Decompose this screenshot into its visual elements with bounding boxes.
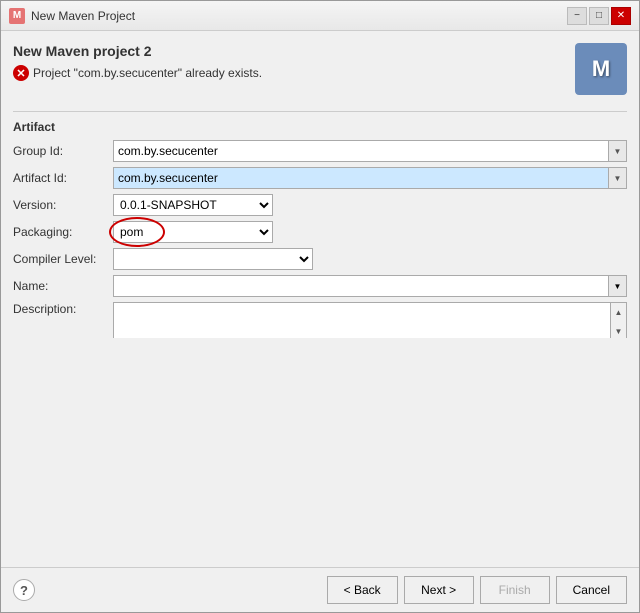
compiler-level-row: Compiler Level: <box>13 248 627 270</box>
finish-button[interactable]: Finish <box>480 576 550 604</box>
scroll-down-button[interactable]: ▼ <box>611 322 626 338</box>
description-scrollbar: ▲ ▼ <box>611 302 627 338</box>
version-select[interactable]: 0.0.1-SNAPSHOT <box>113 194 273 216</box>
compiler-level-control <box>113 248 627 270</box>
group-id-dropdown-arrow[interactable]: ▼ <box>608 141 626 161</box>
scroll-up-button[interactable]: ▲ <box>611 303 626 322</box>
error-message: Project "com.by.secucenter" already exis… <box>33 66 262 80</box>
version-row: Version: 0.0.1-SNAPSHOT <box>13 194 627 216</box>
group-id-row: Group Id: ▼ <box>13 140 627 162</box>
name-dropdown-arrow[interactable]: ▼ <box>608 276 626 296</box>
content-spacer <box>13 338 627 556</box>
artifact-section-label: Artifact <box>13 120 627 134</box>
name-control: ▼ <box>113 275 627 297</box>
group-id-input-wrapper: ▼ <box>113 140 627 162</box>
artifact-id-input-wrapper: ▼ <box>113 167 627 189</box>
packaging-row: Packaging: pom jar war ear rar ejb maven… <box>13 221 627 243</box>
name-label: Name: <box>13 279 113 293</box>
artifact-id-row: Artifact Id: ▼ <box>13 167 627 189</box>
version-label: Version: <box>13 198 113 212</box>
wizard-title: New Maven project 2 <box>13 43 575 59</box>
maven-logo-letter: M <box>592 56 610 82</box>
name-input[interactable] <box>114 279 608 293</box>
description-label: Description: <box>13 302 113 316</box>
dialog-window: M New Maven Project − □ ✕ New Maven proj… <box>0 0 640 613</box>
name-row: Name: ▼ <box>13 275 627 297</box>
artifact-id-input[interactable] <box>114 168 608 188</box>
title-bar: M New Maven Project − □ ✕ <box>1 1 639 31</box>
form-area: Artifact Group Id: ▼ Artifact Id: ▼ <box>13 120 627 338</box>
description-row: Description: ▲ ▼ <box>13 302 627 338</box>
description-input[interactable] <box>113 302 611 338</box>
wizard-header: New Maven project 2 ✕ Project "com.by.se… <box>13 43 627 95</box>
packaging-control: pom jar war ear rar ejb maven-plugin <box>113 221 627 243</box>
window-icon: M <box>9 8 25 24</box>
window-title: New Maven Project <box>31 9 135 23</box>
group-id-input[interactable] <box>114 141 608 161</box>
help-button[interactable]: ? <box>13 579 35 601</box>
error-icon: ✕ <box>13 65 29 81</box>
packaging-select[interactable]: pom jar war ear rar ejb maven-plugin <box>113 221 273 243</box>
compiler-level-select[interactable] <box>113 248 313 270</box>
window-controls: − □ ✕ <box>567 7 631 25</box>
back-button[interactable]: < Back <box>327 576 398 604</box>
compiler-level-label: Compiler Level: <box>13 252 113 266</box>
version-control: 0.0.1-SNAPSHOT <box>113 194 627 216</box>
minimize-button[interactable]: − <box>567 7 587 25</box>
header-left: New Maven project 2 ✕ Project "com.by.se… <box>13 43 575 81</box>
next-button[interactable]: Next > <box>404 576 474 604</box>
close-button[interactable]: ✕ <box>611 7 631 25</box>
artifact-id-control: ▼ <box>113 167 627 189</box>
name-input-wrapper: ▼ <box>113 275 627 297</box>
maven-logo: M <box>575 43 627 95</box>
dialog-footer: ? < Back Next > Finish Cancel <box>1 567 639 612</box>
packaging-label: Packaging: <box>13 225 113 239</box>
artifact-id-dropdown-arrow[interactable]: ▼ <box>608 168 626 188</box>
footer-left: ? <box>13 579 35 601</box>
packaging-wrapper: pom jar war ear rar ejb maven-plugin <box>113 221 627 243</box>
cancel-button[interactable]: Cancel <box>556 576 627 604</box>
footer-buttons: < Back Next > Finish Cancel <box>327 576 627 604</box>
version-select-row: 0.0.1-SNAPSHOT <box>113 194 627 216</box>
header-separator <box>13 111 627 112</box>
artifact-id-label: Artifact Id: <box>13 171 113 185</box>
group-id-label: Group Id: <box>13 144 113 158</box>
dialog-content: New Maven project 2 ✕ Project "com.by.se… <box>1 31 639 567</box>
group-id-control: ▼ <box>113 140 627 162</box>
error-row: ✕ Project "com.by.secucenter" already ex… <box>13 65 575 81</box>
maximize-button[interactable]: □ <box>589 7 609 25</box>
description-wrapper: ▲ ▼ <box>113 302 627 338</box>
title-bar-left: M New Maven Project <box>9 8 135 24</box>
